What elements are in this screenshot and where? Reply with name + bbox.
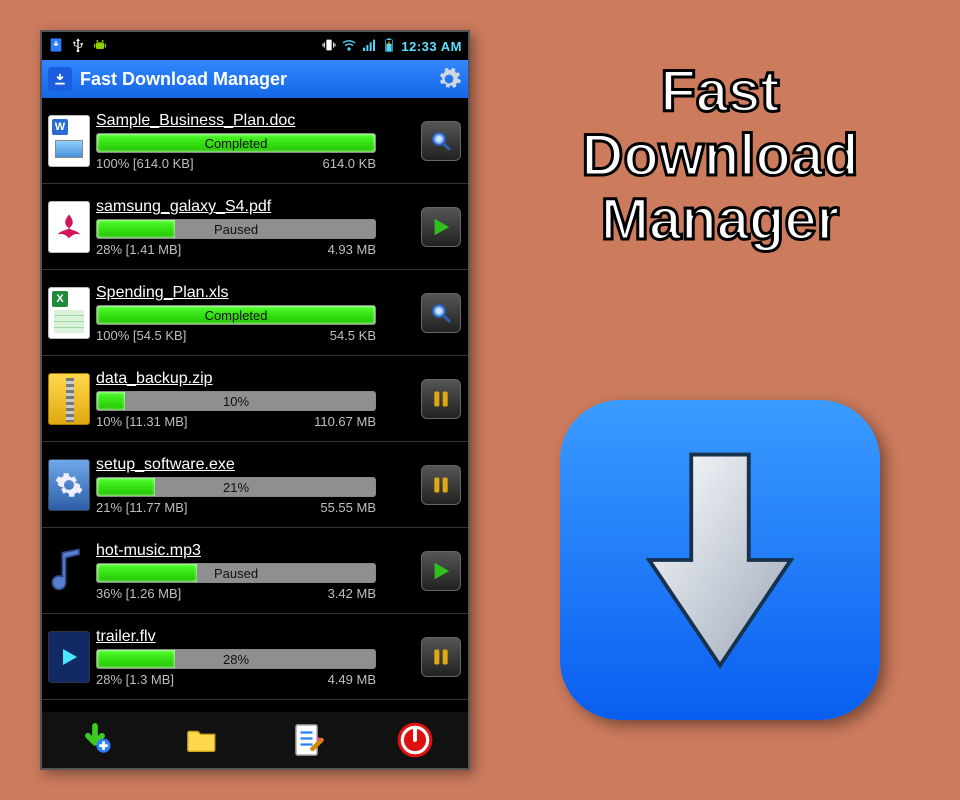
open-file-button[interactable]	[421, 121, 461, 161]
pause-button[interactable]	[421, 379, 461, 419]
download-row[interactable]: samsung_galaxy_S4.pdf Paused 28% [1.41 MB]…	[42, 184, 468, 270]
flv-file-icon	[42, 614, 96, 699]
download-row[interactable]: WSample_Business_Plan.doc Completed 100% […	[42, 98, 468, 184]
wifi-icon	[341, 37, 357, 56]
add-download-button[interactable]	[72, 717, 118, 763]
power-button[interactable]	[392, 717, 438, 763]
app-header: Fast Download Manager	[42, 60, 468, 98]
promo-logo-icon	[560, 400, 880, 720]
android-debug-icon	[92, 37, 108, 56]
usb-icon	[70, 37, 86, 56]
total-size: 4.93 MB	[328, 242, 376, 257]
progress-detail: 10% [11.31 MB]	[96, 414, 188, 429]
resume-button[interactable]	[421, 551, 461, 591]
status-bar: 12:33 AM	[42, 32, 468, 60]
battery-icon	[381, 37, 397, 56]
progress-bar: Completed	[96, 305, 376, 325]
filename[interactable]: data_backup.zip	[96, 370, 408, 388]
progress-bar: 28%	[96, 649, 376, 669]
download-body: trailer.flv 28% 28% [1.3 MB] 4.49 MB	[96, 614, 414, 699]
app-title: Fast Download Manager	[80, 69, 287, 90]
filename[interactable]: trailer.flv	[96, 628, 408, 646]
resume-button[interactable]	[421, 207, 461, 247]
app-logo-icon	[48, 67, 72, 91]
pause-button[interactable]	[421, 465, 461, 505]
vibrate-icon	[321, 37, 337, 56]
download-list[interactable]: WSample_Business_Plan.doc Completed 100% […	[42, 98, 468, 712]
total-size: 110.67 MB	[314, 414, 376, 429]
exe-file-icon	[42, 442, 96, 527]
xls-file-icon: X	[42, 270, 96, 355]
zip-file-icon	[42, 356, 96, 441]
filename[interactable]: Spending_Plan.xls	[96, 284, 408, 302]
download-indicator-icon	[48, 37, 64, 56]
progress-detail: 28% [1.3 MB]	[96, 672, 174, 687]
status-time: 12:33 AM	[401, 39, 462, 54]
promo-line2: Download	[520, 124, 920, 188]
progress-bar: 10%	[96, 391, 376, 411]
download-body: data_backup.zip 10% 10% [11.31 MB] 110.67 M…	[96, 356, 414, 441]
folder-button[interactable]	[179, 717, 225, 763]
mp3-file-icon	[42, 528, 96, 613]
download-row[interactable]: XSpending_Plan.xls Completed 100% [54.5 KB…	[42, 270, 468, 356]
progress-bar: Paused	[96, 563, 376, 583]
total-size: 4.49 MB	[328, 672, 376, 687]
signal-icon	[361, 37, 377, 56]
progress-label: 28%	[97, 650, 375, 668]
progress-label: Completed	[97, 306, 375, 324]
pdf-file-icon	[42, 184, 96, 269]
total-size: 3.42 MB	[328, 586, 376, 601]
bottom-toolbar	[42, 712, 468, 768]
doc-file-icon: W	[42, 98, 96, 183]
progress-label: 21%	[97, 478, 375, 496]
total-size: 55.55 MB	[320, 500, 376, 515]
tasks-button[interactable]	[285, 717, 331, 763]
filename[interactable]: Sample_Business_Plan.doc	[96, 112, 408, 130]
filename[interactable]: samsung_galaxy_S4.pdf	[96, 198, 408, 216]
progress-detail: 100% [614.0 KB]	[96, 156, 194, 171]
open-file-button[interactable]	[421, 293, 461, 333]
progress-label: 10%	[97, 392, 375, 410]
total-size: 614.0 KB	[323, 156, 377, 171]
progress-bar: Paused	[96, 219, 376, 239]
progress-bar: 21%	[96, 477, 376, 497]
download-row[interactable]: setup_software.exe 21% 21% [11.77 MB] 55.55…	[42, 442, 468, 528]
progress-label: Paused	[97, 220, 375, 238]
progress-label: Paused	[97, 564, 375, 582]
download-row[interactable]: hot-music.mp3 Paused 36% [1.26 MB] 3.42 MB	[42, 528, 468, 614]
filename[interactable]: setup_software.exe	[96, 456, 408, 474]
download-body: Sample_Business_Plan.doc Completed 100% [6…	[96, 98, 414, 183]
pause-button[interactable]	[421, 637, 461, 677]
progress-detail: 21% [11.77 MB]	[96, 500, 188, 515]
download-row[interactable]: trailer.flv 28% 28% [1.3 MB] 4.49 MB	[42, 614, 468, 700]
promo-title: Fast Download Manager	[520, 60, 920, 251]
download-body: samsung_galaxy_S4.pdf Paused 28% [1.41 MB]…	[96, 184, 414, 269]
progress-bar: Completed	[96, 133, 376, 153]
download-body: Spending_Plan.xls Completed 100% [54.5 KB]…	[96, 270, 414, 355]
progress-detail: 100% [54.5 KB]	[96, 328, 186, 343]
download-body: hot-music.mp3 Paused 36% [1.26 MB] 3.42 MB	[96, 528, 414, 613]
progress-detail: 28% [1.41 MB]	[96, 242, 181, 257]
total-size: 54.5 KB	[330, 328, 376, 343]
settings-button[interactable]	[436, 66, 462, 92]
promo-line3: Manager	[520, 188, 920, 252]
progress-label: Completed	[97, 134, 375, 152]
download-body: setup_software.exe 21% 21% [11.77 MB] 55.55…	[96, 442, 414, 527]
progress-detail: 36% [1.26 MB]	[96, 586, 181, 601]
filename[interactable]: hot-music.mp3	[96, 542, 408, 560]
phone-frame: 12:33 AM Fast Download Manager WSample_B…	[40, 30, 470, 770]
download-row[interactable]: data_backup.zip 10% 10% [11.31 MB] 110.67 M…	[42, 356, 468, 442]
promo-line1: Fast	[520, 60, 920, 124]
